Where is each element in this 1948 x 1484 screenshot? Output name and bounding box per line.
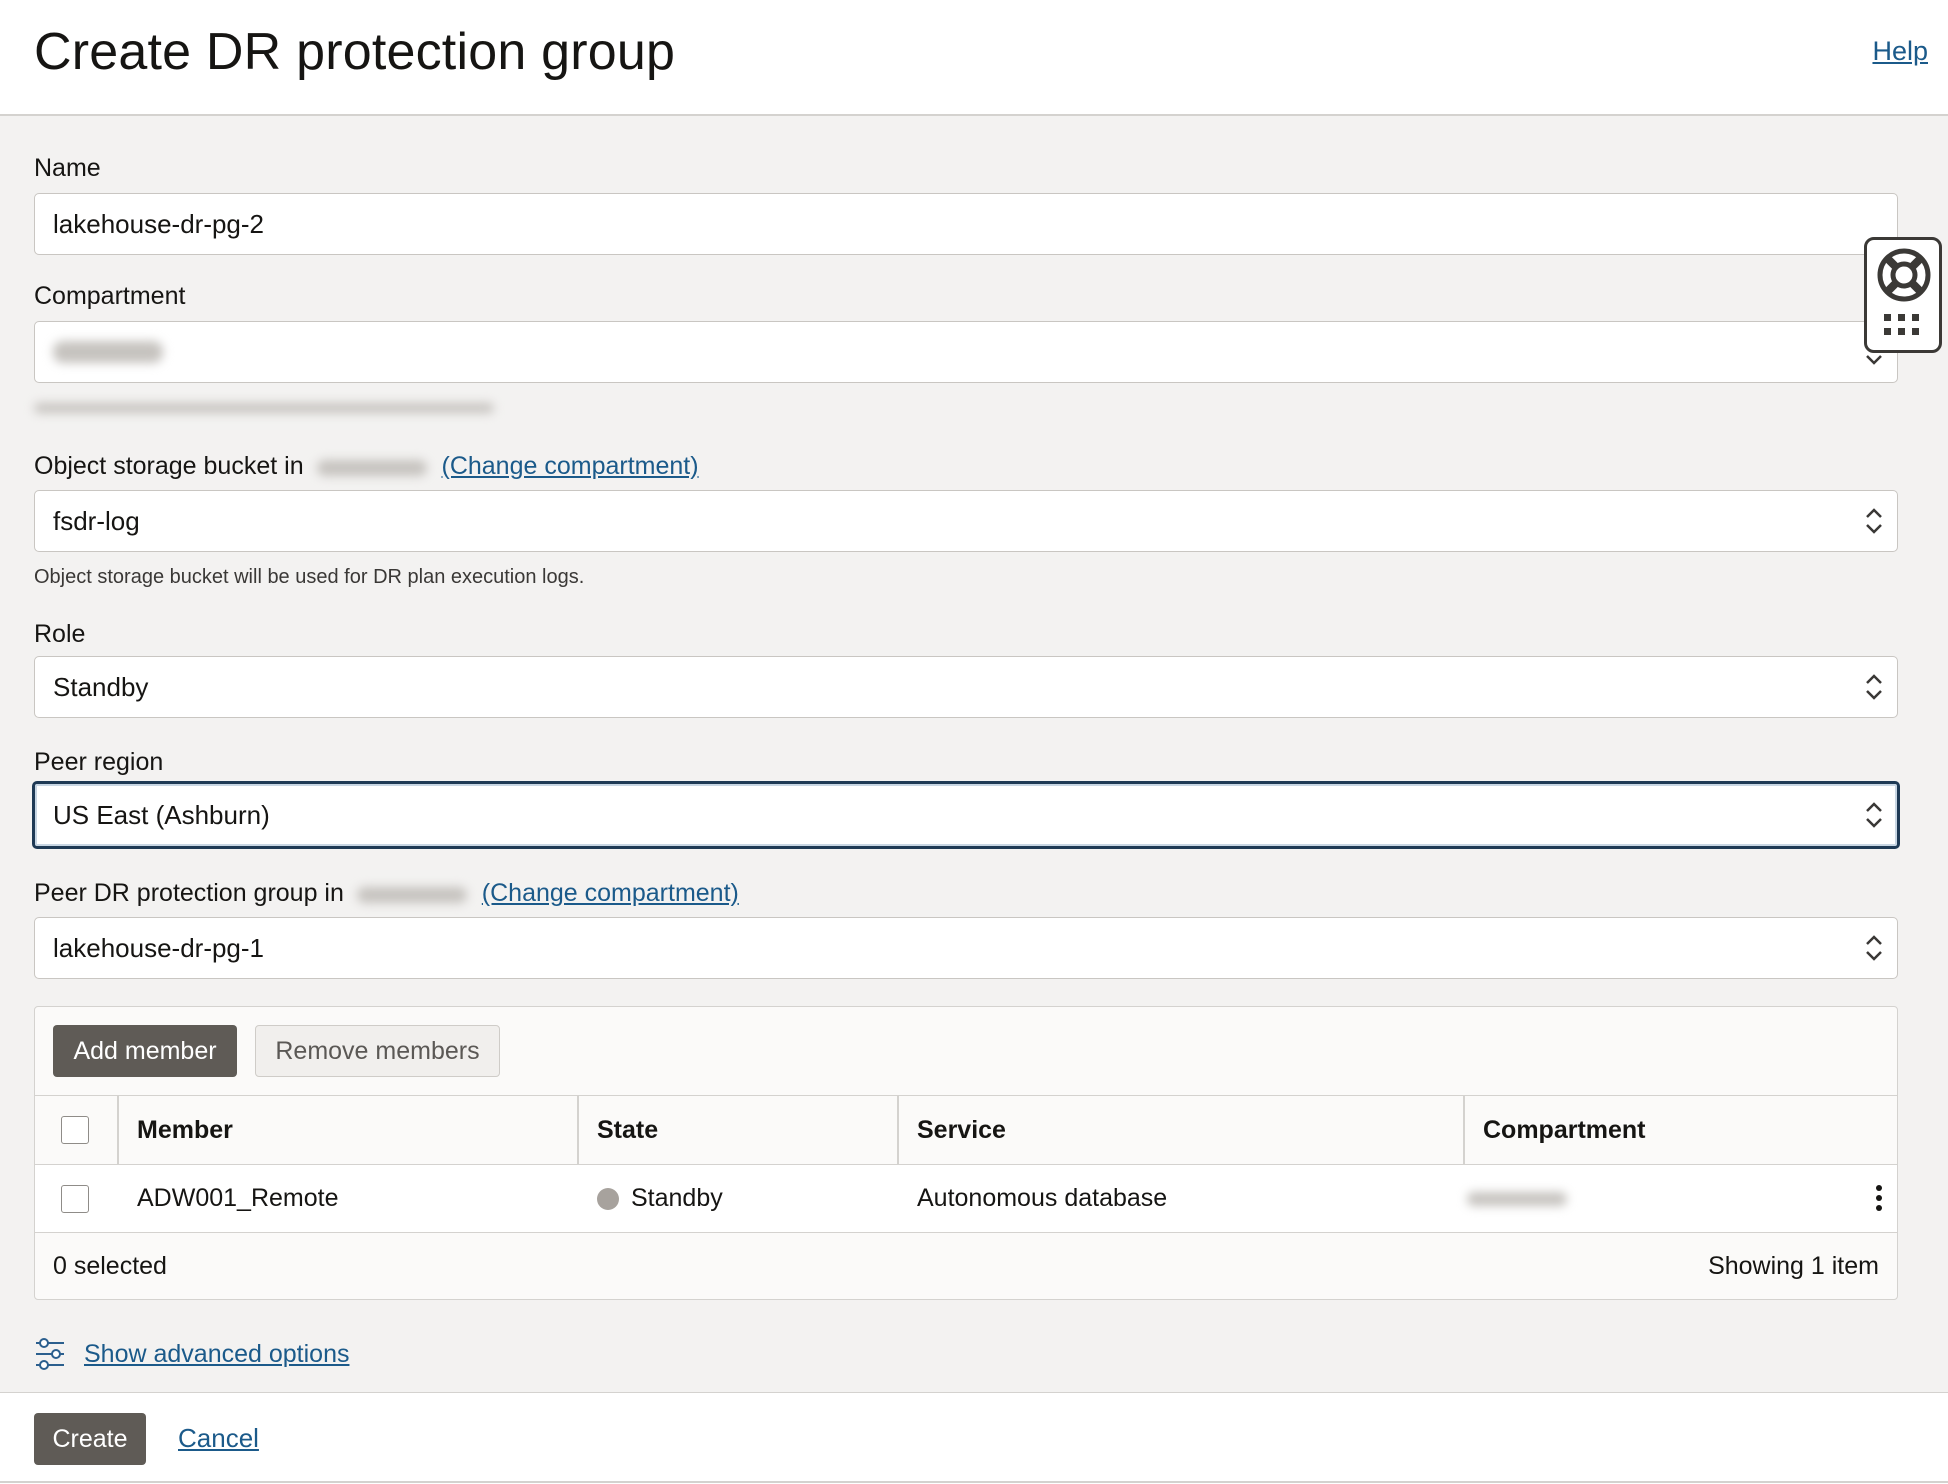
peer-group-change-compartment-link[interactable]: (Change compartment) <box>482 879 739 907</box>
compartment-path-redacted <box>34 400 494 413</box>
peer-group-select[interactable]: lakehouse-dr-pg-1 <box>34 917 1898 979</box>
member-state: Standby <box>597 1165 723 1232</box>
member-service: Autonomous database <box>917 1184 1168 1212</box>
peer-region-select[interactable]: US East (Ashburn) <box>32 781 1900 849</box>
peer-region-select-value: US East (Ashburn) <box>53 799 270 830</box>
compartment-select[interactable] <box>34 321 1898 383</box>
add-member-button[interactable]: Add member <box>53 1025 237 1077</box>
table-row: ADW001_Remote Standby Autonomous databas… <box>35 1165 1897 1233</box>
column-header-member[interactable]: Member <box>137 1096 233 1164</box>
members-table-panel: Add member Remove members Member State S… <box>34 1006 1898 1300</box>
status-dot-icon <box>597 1187 619 1210</box>
peer-group-label: Peer DR protection group in (Change comp… <box>34 879 739 907</box>
bucket-change-compartment-link[interactable]: (Change compartment) <box>442 452 699 480</box>
compartment-label: Compartment <box>34 282 186 310</box>
page-title: Create DR protection group <box>34 23 676 81</box>
peer-group-select-value: lakehouse-dr-pg-1 <box>53 932 265 963</box>
role-select-value: Standby <box>53 671 149 702</box>
member-name: ADW001_Remote <box>137 1184 339 1212</box>
advanced-options-toggle[interactable]: Show advanced options <box>34 1338 349 1370</box>
remove-members-button[interactable]: Remove members <box>255 1025 500 1077</box>
chevron-up-down-icon <box>1866 935 1882 961</box>
role-label: Role <box>34 620 86 648</box>
chevron-up-down-icon <box>1866 508 1882 534</box>
name-input-value: lakehouse-dr-pg-2 <box>53 208 265 239</box>
chevron-up-down-icon <box>1866 674 1882 700</box>
compartment-value-redacted <box>53 341 163 363</box>
members-table-header: Member State Service Compartment <box>35 1095 1897 1165</box>
help-widget[interactable] <box>1864 237 1942 353</box>
chevron-up-down-icon <box>1866 802 1882 828</box>
kebab-menu-icon[interactable] <box>1875 1185 1883 1213</box>
help-link[interactable]: Help <box>1872 36 1928 67</box>
show-advanced-options-link[interactable]: Show advanced options <box>84 1340 349 1369</box>
column-header-service[interactable]: Service <box>917 1096 1006 1164</box>
member-compartment-redacted <box>1467 1165 1567 1232</box>
row-checkbox[interactable] <box>61 1184 89 1213</box>
apps-grid-icon[interactable] <box>1884 314 1924 338</box>
bucket-select[interactable]: fsdr-log <box>34 490 1898 552</box>
form-footer: Create Cancel <box>0 1392 1948 1484</box>
lifebuoy-icon[interactable] <box>1876 247 1932 303</box>
bucket-hint: Object storage bucket will be used for D… <box>34 566 585 588</box>
column-header-compartment[interactable]: Compartment <box>1483 1096 1646 1164</box>
item-count: Showing 1 item <box>1708 1251 1879 1280</box>
select-all-checkbox[interactable] <box>61 1116 89 1144</box>
page-header: Create DR protection group Help <box>0 0 1948 116</box>
create-button[interactable]: Create <box>34 1413 146 1465</box>
selected-count: 0 selected <box>53 1251 167 1280</box>
bucket-label: Object storage bucket in (Change compart… <box>34 452 699 480</box>
sliders-icon <box>36 1338 64 1370</box>
column-header-state[interactable]: State <box>597 1096 658 1164</box>
name-input[interactable]: lakehouse-dr-pg-2 <box>34 193 1898 255</box>
name-label: Name <box>34 154 101 182</box>
peer-region-label: Peer region <box>34 748 164 776</box>
cancel-link[interactable]: Cancel <box>178 1423 259 1454</box>
bucket-select-value: fsdr-log <box>53 505 140 536</box>
role-select[interactable]: Standby <box>34 656 1898 718</box>
